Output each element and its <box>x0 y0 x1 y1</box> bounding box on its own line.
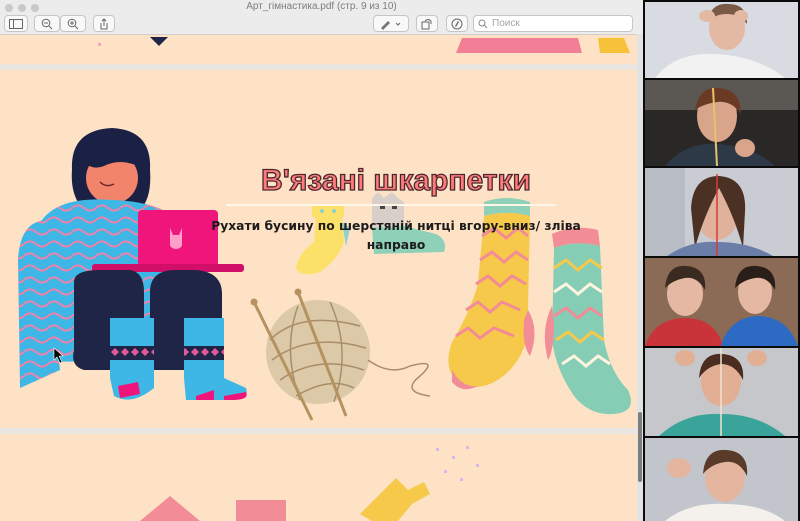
rotate-button[interactable] <box>416 15 438 32</box>
participant-video-5 <box>645 348 798 436</box>
participant-video-1 <box>645 2 798 78</box>
markup-toolbar-button[interactable] <box>446 15 468 32</box>
yarn-ball-illustration <box>250 288 431 421</box>
pen-icon <box>381 20 401 30</box>
share-button[interactable] <box>93 15 115 32</box>
slide-subtitle: Рухати бусину по шерстяній нитці вгору-в… <box>211 219 581 252</box>
zoom-out-button[interactable] <box>34 15 60 32</box>
search-icon <box>478 19 488 28</box>
pdf-page-next <box>0 434 637 521</box>
sidebar-toggle-button[interactable] <box>4 15 28 32</box>
zoom-in-icon <box>67 18 79 29</box>
participant-video-3 <box>645 168 798 256</box>
next-page-art <box>140 446 479 521</box>
share-icon <box>100 17 108 29</box>
participant-video-4 <box>645 258 798 346</box>
pdf-viewer: Арт_гімнастика.pdf (стр. 9 из 10) Поиск <box>0 0 643 521</box>
title-underline <box>226 204 556 206</box>
rotate-icon <box>421 18 432 29</box>
document-title: Арт_гімнастика.pdf (стр. 9 из 10) <box>246 1 397 12</box>
markup-pen-button[interactable] <box>373 15 409 32</box>
scrollbar-thumb[interactable] <box>638 412 642 482</box>
search-field[interactable]: Поиск <box>473 15 633 32</box>
participant-video-2 <box>645 80 798 166</box>
participant-video-6 <box>645 438 798 521</box>
participant-tile-2[interactable] <box>645 80 798 166</box>
participant-tile-4[interactable] <box>645 258 798 346</box>
pdf-page-previous <box>0 35 637 64</box>
pdf-page-current: В'язані шкарпетки Рухати бусину по шерст… <box>0 70 637 428</box>
participant-tile-3[interactable] <box>645 168 798 256</box>
slide-title: В'язані шкарпетки <box>260 163 531 197</box>
zoom-in-button[interactable] <box>60 15 86 32</box>
zoom-out-icon <box>41 18 53 29</box>
mint-knitted-sock-illustration <box>544 227 631 415</box>
sidebar-icon <box>9 18 23 29</box>
toolbar: Арт_гімнастика.pdf (стр. 9 из 10) Поиск <box>0 0 643 35</box>
participant-tile-1[interactable] <box>645 2 798 78</box>
video-call-panel <box>643 0 800 521</box>
participant-tile-5[interactable] <box>645 348 798 436</box>
participant-tile-6[interactable] <box>645 438 798 521</box>
search-placeholder: Поиск <box>492 18 520 29</box>
previous-page-art <box>98 37 630 53</box>
markup-icon <box>451 18 463 29</box>
